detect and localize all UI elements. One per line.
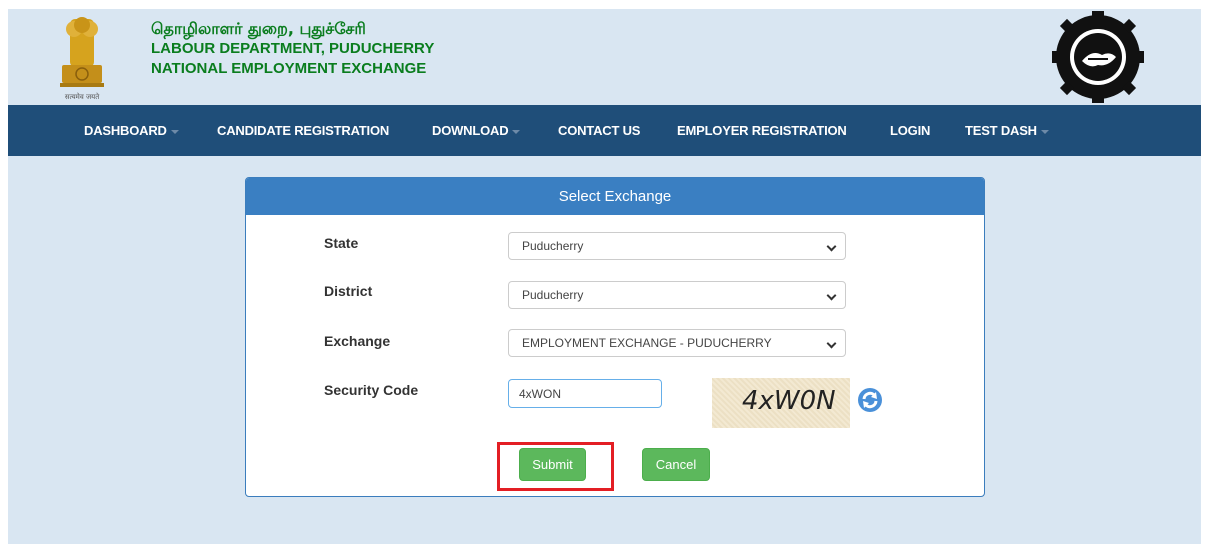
nav-contact-us-label: CONTACT US xyxy=(558,123,641,138)
district-select[interactable]: Puducherry xyxy=(508,281,846,309)
exchange-label: Exchange xyxy=(324,333,391,349)
chevron-down-icon xyxy=(826,338,837,349)
page-background: सत्यमेव जयते தொழிலாளர் துறை, புதுச்சேரி … xyxy=(8,9,1201,544)
nav-login[interactable]: LOGIN xyxy=(890,105,930,156)
nav-contact-us[interactable]: CONTACT US xyxy=(558,105,640,156)
nav-candidate-registration[interactable]: CANDIDATE REGISTRATION xyxy=(217,105,389,156)
security-code-input[interactable] xyxy=(508,379,662,408)
nav-dashboard-label: DASHBOARD xyxy=(84,123,167,138)
captcha-text: 4xW0N xyxy=(742,386,836,416)
nav-login-label: LOGIN xyxy=(890,123,931,138)
nav-download-label: DOWNLOAD xyxy=(432,123,509,138)
site-header: सत्यमेव जयते தொழிலாளர் துறை, புதுச்சேரி … xyxy=(8,9,1201,105)
state-select[interactable]: Puducherry xyxy=(508,232,846,260)
national-emblem-icon: सत्यमेव जयते xyxy=(60,17,104,101)
select-exchange-panel: Select Exchange State Puducherry Distric… xyxy=(245,177,985,497)
cancel-button[interactable]: Cancel xyxy=(642,448,710,481)
state-select-value: Puducherry xyxy=(522,239,584,253)
nav-employer-registration[interactable]: EMPLOYER REGISTRATION xyxy=(677,105,847,156)
security-code-label: Security Code xyxy=(324,382,419,398)
caret-down-icon xyxy=(1040,129,1049,134)
exchange-select[interactable]: EMPLOYMENT EXCHANGE - PUDUCHERRY xyxy=(508,329,846,357)
district-label: District xyxy=(324,283,373,299)
nav-test-dash[interactable]: TEST DASH xyxy=(965,105,1049,156)
captcha-image: 4xW0N xyxy=(712,378,850,428)
chevron-down-icon xyxy=(826,290,837,301)
emblem-motto: सत्यमेव जयते xyxy=(65,92,100,101)
national-employment-services-logo-icon xyxy=(1052,11,1144,103)
header-titles: தொழிலாளர் துறை, புதுச்சேரி LABOUR DEPART… xyxy=(151,19,434,79)
state-label: State xyxy=(324,235,359,251)
panel-title: Select Exchange xyxy=(246,178,984,215)
nav-employer-registration-label: EMPLOYER REGISTRATION xyxy=(677,123,847,138)
chevron-down-icon xyxy=(826,241,837,252)
department-title: LABOUR DEPARTMENT, PUDUCHERRY xyxy=(151,40,435,57)
caret-down-icon xyxy=(512,129,521,134)
exchange-title: NATIONAL EMPLOYMENT EXCHANGE xyxy=(151,60,427,77)
nav-test-dash-label: TEST DASH xyxy=(965,123,1037,138)
submit-highlight-box xyxy=(497,442,614,491)
main-navbar: DASHBOARD CANDIDATE REGISTRATION DOWNLOA… xyxy=(8,105,1201,156)
nav-candidate-registration-label: CANDIDATE REGISTRATION xyxy=(217,123,390,138)
caret-down-icon xyxy=(170,129,179,134)
refresh-captcha-icon[interactable] xyxy=(857,387,883,413)
exchange-select-value: EMPLOYMENT EXCHANGE - PUDUCHERRY xyxy=(522,336,772,350)
district-select-value: Puducherry xyxy=(522,288,584,302)
nav-download[interactable]: DOWNLOAD xyxy=(432,105,521,156)
tamil-title: தொழிலாளர் துறை, புதுச்சேரி xyxy=(151,19,366,38)
nav-dashboard[interactable]: DASHBOARD xyxy=(84,105,179,156)
